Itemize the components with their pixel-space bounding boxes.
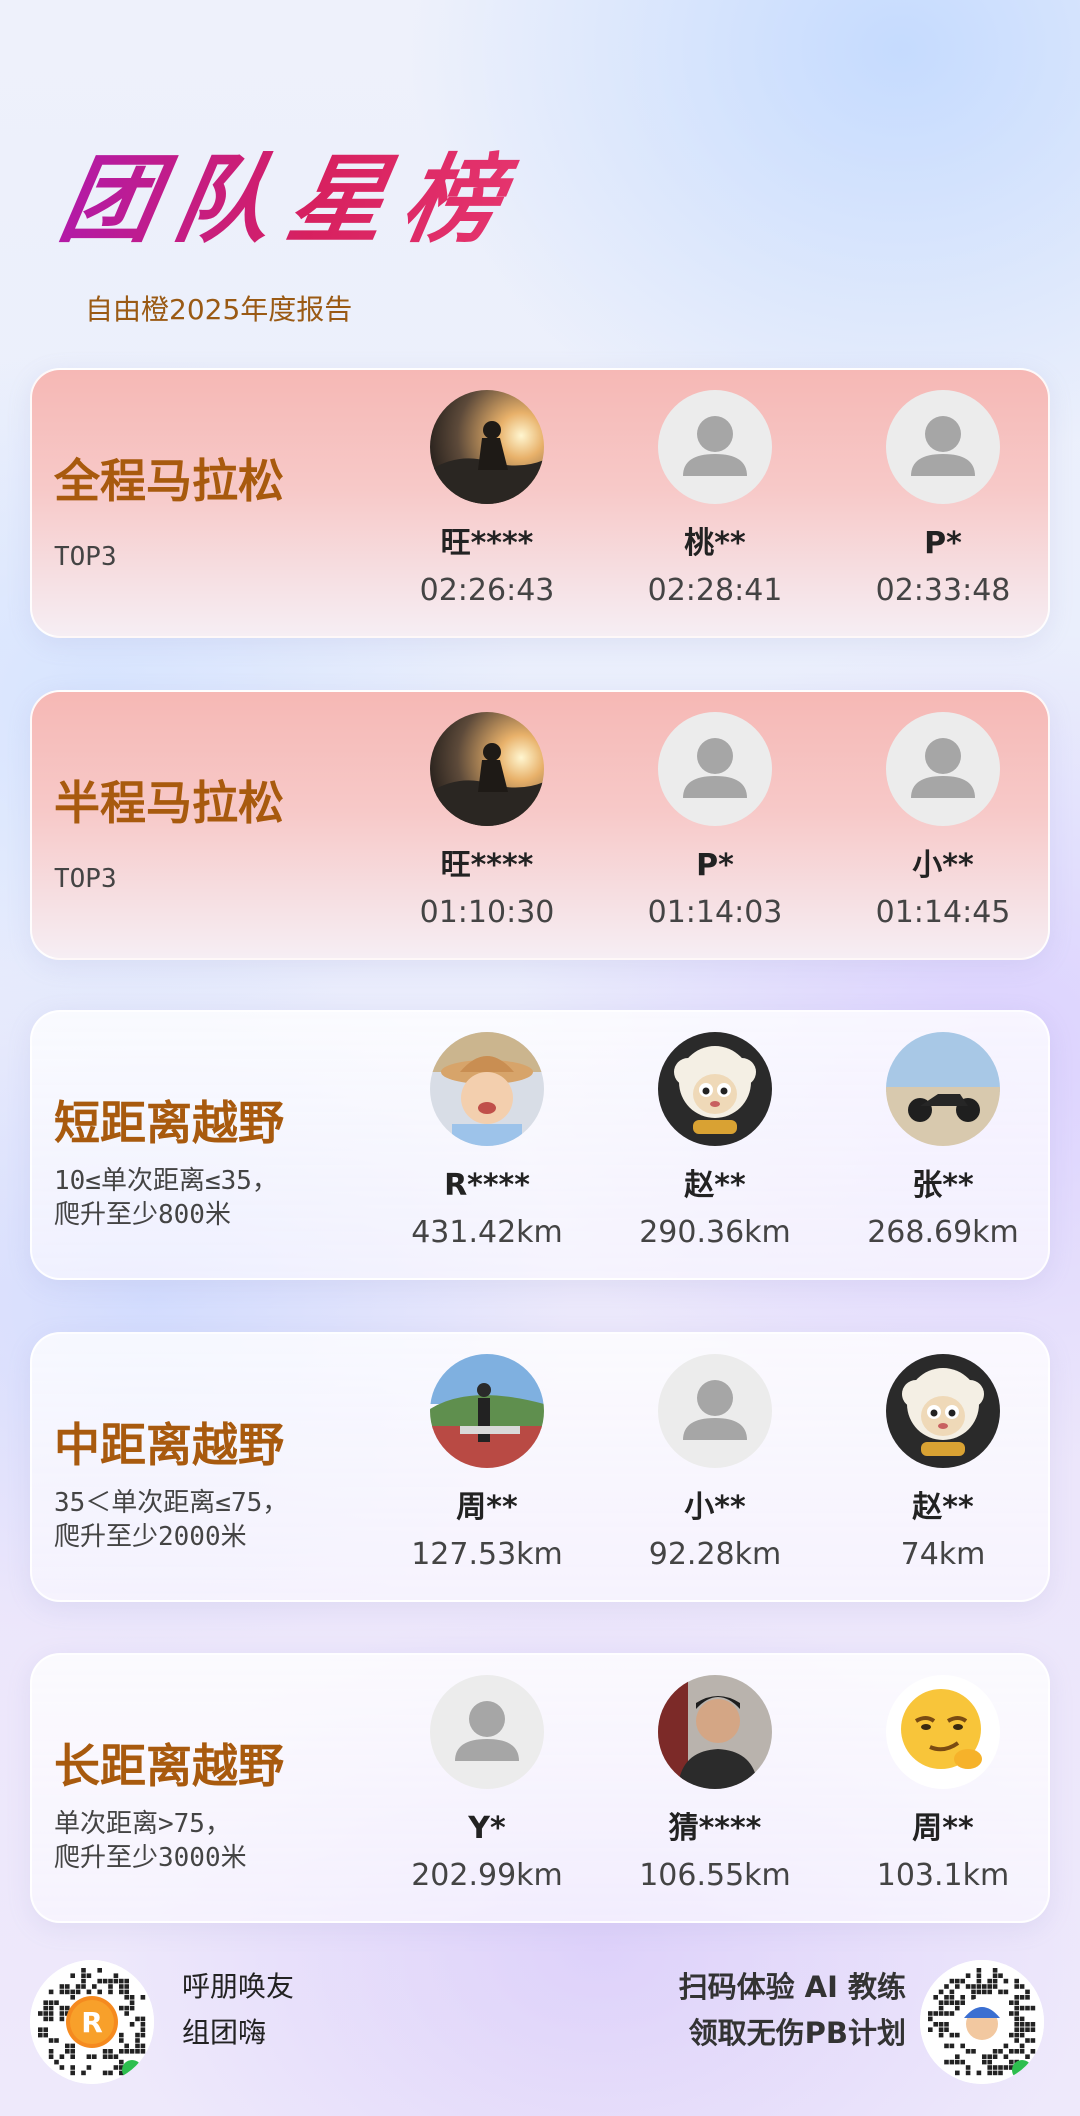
avatar xyxy=(430,390,544,504)
left-footer-text: 呼朋唤友 组团嗨 xyxy=(182,1964,294,2056)
footer-left-line-2: 组团嗨 xyxy=(182,2016,267,2049)
avatar xyxy=(886,1354,1000,1468)
card-description-line: 爬升至少2000米 xyxy=(54,1522,247,1552)
right-qr-code[interactable] xyxy=(920,1960,1044,2084)
card-description: TOP3 xyxy=(54,862,117,896)
ranking-entry[interactable]: 桃** 02:28:41 xyxy=(605,390,825,610)
runner-name: 旺**** xyxy=(440,526,534,561)
default-avatar-icon xyxy=(658,712,772,826)
leaderboard-card: 中距离越野 35＜单次距离≤75， 爬升至少2000米 周** 127.53km 小** 9… xyxy=(30,1332,1050,1602)
avatar xyxy=(430,1354,544,1468)
runner-name: 赵** xyxy=(684,1168,746,1203)
qr-code-icon xyxy=(920,1960,1044,2084)
leaderboard-card: 半程马拉松 TOP3 旺**** 01:10:30 P* 01:14:03 小** 01:14… xyxy=(30,690,1050,960)
card-description: 35＜单次距离≤75， 爬升至少2000米 xyxy=(54,1486,288,1554)
avatar xyxy=(658,1675,772,1789)
card-description-line: 35＜单次距离≤75， xyxy=(54,1488,289,1518)
ranking-entry[interactable]: R**** 431.42km xyxy=(377,1032,597,1252)
runner-result: 290.36km xyxy=(639,1215,791,1250)
card-title: 中距离越野 xyxy=(54,1418,284,1472)
runner-name: 小** xyxy=(684,1490,746,1525)
runner-result: 01:10:30 xyxy=(419,895,555,930)
ranking-entry[interactable]: 旺**** 01:10:30 xyxy=(377,712,597,932)
card-description: 单次距离>75， 爬升至少3000米 xyxy=(54,1807,247,1875)
card-description-line: 爬升至少800米 xyxy=(54,1200,231,1230)
card-description-line: TOP3 xyxy=(54,864,117,894)
ranking-entry[interactable]: 赵** 74km xyxy=(833,1354,1053,1574)
runner-name: 桃** xyxy=(684,526,746,561)
avatar xyxy=(430,712,544,826)
runner-name: P* xyxy=(924,526,962,561)
ranking-entry[interactable]: 周** 103.1km xyxy=(833,1675,1053,1895)
runner-result: 202.99km xyxy=(411,1858,563,1893)
default-avatar-icon xyxy=(658,1354,772,1468)
footer-left-line-1: 呼朋唤友 xyxy=(182,1970,295,2003)
default-avatar-icon xyxy=(658,390,772,504)
card-description: TOP3 xyxy=(54,540,117,574)
card-title: 长距离越野 xyxy=(54,1739,284,1793)
avatar xyxy=(658,1032,772,1146)
runner-result: 02:28:41 xyxy=(647,573,783,608)
ranking-entry[interactable]: 周** 127.53km xyxy=(377,1354,597,1574)
page-title: 团队星榜 xyxy=(51,140,528,260)
avatar xyxy=(886,1675,1000,1789)
runner-result: 01:14:03 xyxy=(647,895,783,930)
default-avatar-icon xyxy=(430,1675,544,1789)
ranking-entry[interactable]: Y* 202.99km xyxy=(377,1675,597,1895)
footer-right-line-1: 扫码体验 AI 教练 xyxy=(678,1970,906,2004)
card-description-line: TOP3 xyxy=(54,542,117,572)
runner-name: Y* xyxy=(468,1811,506,1846)
avatar xyxy=(886,1032,1000,1146)
qr-code-icon: R xyxy=(30,1960,154,2084)
default-avatar-icon xyxy=(886,712,1000,826)
right-footer-text: 扫码体验 AI 教练 领取无伤PB计划 xyxy=(679,1964,906,2056)
ranking-entry[interactable]: P* 01:14:03 xyxy=(605,712,825,932)
default-avatar-icon xyxy=(886,390,1000,504)
runner-result: 268.69km xyxy=(867,1215,1019,1250)
runner-name: 周** xyxy=(912,1811,974,1846)
runner-result: 01:14:45 xyxy=(875,895,1011,930)
card-title: 短距离越野 xyxy=(54,1096,284,1150)
runner-result: 02:33:48 xyxy=(875,573,1011,608)
runner-result: 106.55km xyxy=(639,1858,791,1893)
runner-name: P* xyxy=(696,848,734,883)
runner-result: 74km xyxy=(900,1537,986,1572)
card-title: 全程马拉松 xyxy=(54,454,284,508)
card-description-line: 爬升至少3000米 xyxy=(54,1843,247,1873)
runner-name: 张** xyxy=(912,1168,974,1203)
runner-name: 周** xyxy=(456,1490,518,1525)
leaderboard-card: 长距离越野单次距离>75， 爬升至少3000米 Y* 202.99km 猜**** 106… xyxy=(30,1653,1050,1923)
ranking-entry[interactable]: 旺**** 02:26:43 xyxy=(377,390,597,610)
ranking-entry[interactable]: 赵** 290.36km xyxy=(605,1032,825,1252)
runner-result: 127.53km xyxy=(411,1537,563,1572)
runner-name: 猜**** xyxy=(668,1811,762,1846)
ranking-entry[interactable]: 小** 92.28km xyxy=(605,1354,825,1574)
card-title: 半程马拉松 xyxy=(54,776,284,830)
runner-result: 92.28km xyxy=(648,1537,782,1572)
ranking-entry[interactable]: 猜**** 106.55km xyxy=(605,1675,825,1895)
runner-name: R**** xyxy=(444,1168,530,1203)
ranking-entry[interactable]: 张** 268.69km xyxy=(833,1032,1053,1252)
report-subtitle: 自由橙2025年度报告 xyxy=(85,293,353,326)
left-qr-code[interactable]: R xyxy=(30,1960,154,2084)
ranking-entry[interactable]: 小** 01:14:45 xyxy=(833,712,1053,932)
runner-name: 小** xyxy=(912,848,974,883)
leaderboard-card: 短距离越野 10≤单次距离≤35， 爬升至少800米 R**** 431.42km 赵**… xyxy=(30,1010,1050,1280)
runner-result: 103.1km xyxy=(876,1858,1010,1893)
card-description-line: 单次距离>75， xyxy=(54,1809,231,1839)
ranking-entry[interactable]: P* 02:33:48 xyxy=(833,390,1053,610)
avatar xyxy=(430,1032,544,1146)
svg-text:R: R xyxy=(81,2006,103,2039)
runner-name: 赵** xyxy=(912,1490,974,1525)
runner-result: 02:26:43 xyxy=(419,573,555,608)
footer-right-line-2: 领取无伤PB计划 xyxy=(688,2016,906,2050)
leaderboard-card: 全程马拉松 TOP3 旺**** 02:26:43 桃** 02:28:41 P* 02:33… xyxy=(30,368,1050,638)
runner-name: 旺**** xyxy=(440,848,534,883)
card-description: 10≤单次距离≤35， 爬升至少800米 xyxy=(54,1164,278,1232)
card-description-line: 10≤单次距离≤35， xyxy=(54,1166,278,1196)
runner-result: 431.42km xyxy=(411,1215,563,1250)
